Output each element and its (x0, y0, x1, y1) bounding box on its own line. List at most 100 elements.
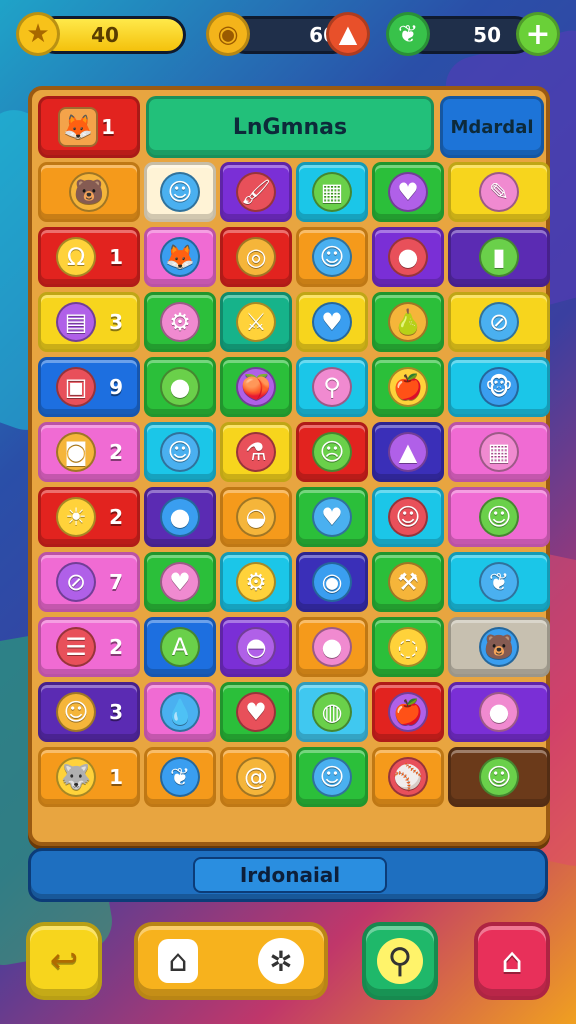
tile-r5-c3[interactable]: ⚗ (220, 422, 292, 482)
tile-r1-c1[interactable]: 🐻 (38, 162, 140, 222)
house-icon[interactable]: ⌂ (158, 939, 198, 983)
tile-r3-c4[interactable]: ♥ (296, 292, 368, 352)
search-button[interactable]: ⚲ (362, 922, 438, 1000)
tile-r2-c4[interactable]: ☺ (296, 227, 368, 287)
map-bar-button[interactable]: ⌂ ✲ (134, 922, 328, 1000)
tile-r8-c4[interactable]: ● (296, 617, 368, 677)
tile-r6-c6[interactable]: ☺ (448, 487, 550, 547)
plum-icon: 🍑 (236, 367, 276, 407)
board-header: 🦊 1 LnGmnas Mdardal (38, 96, 544, 158)
heart-icon: ♥ (312, 302, 352, 342)
tile-r8-c6[interactable]: 🐻 (448, 617, 550, 677)
tile-r6-c1[interactable]: ☀ 2 (38, 487, 140, 547)
tile-r1-c2[interactable]: ☺ (144, 162, 216, 222)
fox-character-icon: 🦊 (160, 237, 200, 277)
footer-bar: Irdonaial (28, 848, 548, 902)
level-value: 40 (91, 23, 119, 47)
chick-face-icon: ☺ (56, 692, 96, 732)
tomato-icon: ● (160, 367, 200, 407)
tile-r2-c2[interactable]: 🦊 (144, 227, 216, 287)
tile-r10-c2[interactable]: ❦ (144, 747, 216, 807)
mode-button[interactable]: Mdardal (440, 96, 544, 158)
tile-r7-c4[interactable]: ◉ (296, 552, 368, 612)
tile-r10-c5[interactable]: ⚾ (372, 747, 444, 807)
tile-r9-c5[interactable]: 🍎 (372, 682, 444, 742)
compass-icon[interactable]: ✲ (258, 938, 304, 984)
tile-r1-c4[interactable]: ▦ (296, 162, 368, 222)
tile-r9-c2[interactable]: 💧 (144, 682, 216, 742)
green-ring-icon: ◎ (236, 237, 276, 277)
tile-r5-c4[interactable]: ☹ (296, 422, 368, 482)
tile-r7-c3[interactable]: ⚙ (220, 552, 292, 612)
sun-face-icon: ☀ (56, 497, 96, 537)
tile-r10-c6[interactable]: ☺ (448, 747, 550, 807)
tile-r3-c6[interactable]: ⊘ (448, 292, 550, 352)
top-bar: 40 ★ 60 ◉ ▲ 50 ❦ + (0, 0, 576, 72)
letter-a-icon: A (160, 627, 200, 667)
magnifier-ring-icon: ⚲ (312, 367, 352, 407)
tile-count: 9 (109, 375, 123, 399)
tile-r8-c5[interactable]: ◌ (372, 617, 444, 677)
tile-r8-c3[interactable]: ◓ (220, 617, 292, 677)
tile-r10-c4[interactable]: ☺ (296, 747, 368, 807)
bear-face-icon: 🐻 (69, 172, 109, 212)
tile-r3-c1[interactable]: ▤ 3 (38, 292, 140, 352)
tile-r4-c2[interactable]: ● (144, 357, 216, 417)
tile-r3-c5[interactable]: 🍐 (372, 292, 444, 352)
painting-frame-icon: ▦ (479, 432, 519, 472)
tile-r9-c4[interactable]: ◍ (296, 682, 368, 742)
tile-r1-c6[interactable]: ✎ (448, 162, 550, 222)
tile-r8-c1[interactable]: ☰ 2 (38, 617, 140, 677)
heart-icon: ♥ (388, 172, 428, 212)
picture-frame-icon: ▦ (312, 172, 352, 212)
blue-blob-icon: Ω (56, 237, 96, 277)
purple-orb-icon: ● (388, 237, 428, 277)
smiley-face-icon: ☺ (160, 172, 200, 212)
green-smiley-icon: ☺ (388, 497, 428, 537)
tile-r2-c6[interactable]: ▮ (448, 227, 550, 287)
tile-r2-c5[interactable]: ● (372, 227, 444, 287)
tile-r10-c1[interactable]: 🐺 1 (38, 747, 140, 807)
crossed-swords-icon: ⚔ (236, 302, 276, 342)
tile-r4-c4[interactable]: ⚲ (296, 357, 368, 417)
tile-r2-c3[interactable]: ◎ (220, 227, 292, 287)
tile-r1-c3[interactable]: 🖌 (220, 162, 292, 222)
home-button[interactable]: ⌂ (474, 922, 550, 1000)
tile-r7-c5[interactable]: ⚒ (372, 552, 444, 612)
footer-label-box[interactable]: Irdonaial (193, 857, 387, 893)
add-gems-button[interactable]: + (516, 12, 560, 56)
tile-r6-c4[interactable]: ♥ (296, 487, 368, 547)
tile-r4-c5[interactable]: 🍎 (372, 357, 444, 417)
tile-r7-c1[interactable]: ⊘ 7 (38, 552, 140, 612)
camera-icon: ◙ (56, 432, 96, 472)
tile-r8-c2[interactable]: A (144, 617, 216, 677)
star-icon[interactable]: ★ (16, 12, 60, 56)
tile-r4-c1[interactable]: ▣ 9 (38, 357, 140, 417)
tile-r3-c3[interactable]: ⚔ (220, 292, 292, 352)
paint-brush-icon: 🖌 (236, 172, 276, 212)
tile-r7-c6[interactable]: ❦ (448, 552, 550, 612)
purple-blob-icon: ● (479, 692, 519, 732)
tile-r9-c3[interactable]: ♥ (220, 682, 292, 742)
player-badge[interactable]: 🦊 1 (38, 96, 140, 158)
tile-r6-c5[interactable]: ☺ (372, 487, 444, 547)
tile-r10-c3[interactable]: @ (220, 747, 292, 807)
tile-r4-c3[interactable]: 🍑 (220, 357, 292, 417)
tile-r6-c2[interactable]: ● (144, 487, 216, 547)
tile-r9-c6[interactable]: ● (448, 682, 550, 742)
tile-r5-c6[interactable]: ▦ (448, 422, 550, 482)
tile-r6-c3[interactable]: ◒ (220, 487, 292, 547)
tile-r5-c5[interactable]: ▲ (372, 422, 444, 482)
tile-r5-c2[interactable]: ☺ (144, 422, 216, 482)
tile-r3-c2[interactable]: ⚙ (144, 292, 216, 352)
back-button[interactable]: ↩ (26, 922, 102, 1000)
tile-r4-c6[interactable]: 🐵 (448, 357, 550, 417)
tile-r1-c5[interactable]: ♥ (372, 162, 444, 222)
tile-r7-c2[interactable]: ♥ (144, 552, 216, 612)
game-board: 🦊 1 LnGmnas Mdardal 🐻 ☺ 🖌 ▦ ♥ ✎ Ω 1 🦊 ◎ ☺ ● ▮ ▤ 3 ⚙ ⚔ ♥ 🍐 ⊘… (28, 86, 550, 846)
add-coins-button[interactable]: ▲ (326, 12, 370, 56)
tile-r5-c1[interactable]: ◙ 2 (38, 422, 140, 482)
tile-r2-c1[interactable]: Ω1 (38, 227, 140, 287)
tv-screen-icon: ▤ (56, 302, 96, 342)
tile-r9-c1[interactable]: ☺ 3 (38, 682, 140, 742)
